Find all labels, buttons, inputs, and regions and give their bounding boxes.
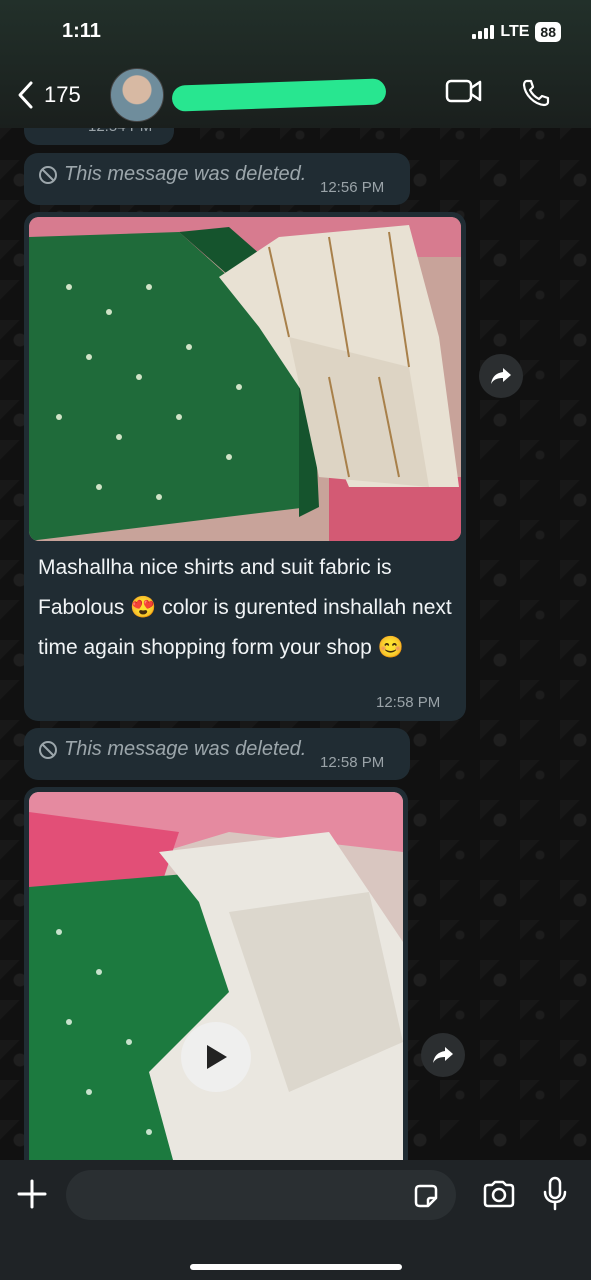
- play-icon: [207, 1045, 227, 1069]
- ban-icon: [39, 740, 57, 759]
- mic-icon: [543, 1176, 567, 1211]
- forward-button[interactable]: [421, 1033, 465, 1077]
- fabric-photo[interactable]: [29, 217, 461, 541]
- redacted-contact-name[interactable]: [171, 78, 387, 112]
- ban-icon: [39, 165, 57, 184]
- deleted-message-text: This message was deleted.: [64, 738, 307, 760]
- plus-icon: [17, 1179, 47, 1209]
- forward-icon: [433, 1047, 453, 1063]
- message-time: 12:56 PM: [320, 179, 385, 196]
- call-actions: [445, 78, 551, 113]
- attach-button[interactable]: [16, 1178, 48, 1215]
- battery-icon: 88: [535, 22, 561, 42]
- signal-icon: [472, 25, 495, 39]
- video-call-button[interactable]: [445, 78, 483, 113]
- composer-bar: [0, 1160, 591, 1280]
- deleted-message-text: This message was deleted.: [64, 163, 307, 185]
- play-button[interactable]: [181, 1022, 251, 1092]
- mic-button[interactable]: [542, 1176, 568, 1217]
- deleted-message: This message was deleted.: [38, 163, 306, 186]
- chat-header: 1:11 LTE 88 175: [0, 0, 591, 128]
- video-thumbnail-image: [29, 792, 403, 1182]
- video-thumbnail[interactable]: [29, 792, 403, 1182]
- avatar[interactable]: [110, 68, 164, 122]
- sticker-icon: [414, 1184, 438, 1208]
- fabric-photo-image: [29, 217, 461, 541]
- message-input[interactable]: [66, 1170, 456, 1220]
- back-button[interactable]: 175: [16, 80, 81, 110]
- deleted-message-bubble[interactable]: This message was deleted. 12:56 PM: [24, 153, 410, 205]
- forward-button[interactable]: [479, 354, 523, 398]
- deleted-message: This message was deleted.: [38, 738, 306, 761]
- voice-call-button[interactable]: [521, 78, 551, 113]
- network-label: LTE: [500, 23, 530, 40]
- forward-icon: [491, 368, 511, 384]
- message-time: 12:58 PM: [320, 754, 385, 771]
- message-time: 12:58 PM: [376, 694, 441, 711]
- unread-count: 175: [44, 82, 81, 107]
- status-indicators: LTE 88: [472, 22, 561, 42]
- camera-icon: [483, 1180, 515, 1208]
- photo-message-bubble[interactable]: Mashallha nice shirts and suit fabric is…: [24, 212, 466, 721]
- video-message-bubble[interactable]: [24, 787, 408, 1187]
- chevron-left-icon: [18, 81, 33, 109]
- camera-button[interactable]: [482, 1180, 516, 1213]
- deleted-message-bubble[interactable]: This message was deleted. 12:58 PM: [24, 728, 410, 780]
- video-call-icon: [445, 79, 482, 103]
- home-indicator[interactable]: [190, 1264, 402, 1270]
- sticker-button[interactable]: [412, 1182, 440, 1215]
- phone-icon: [522, 79, 550, 107]
- message-text: Mashallha nice shirts and suit fabric is…: [38, 556, 452, 659]
- status-time: 1:11: [62, 20, 101, 42]
